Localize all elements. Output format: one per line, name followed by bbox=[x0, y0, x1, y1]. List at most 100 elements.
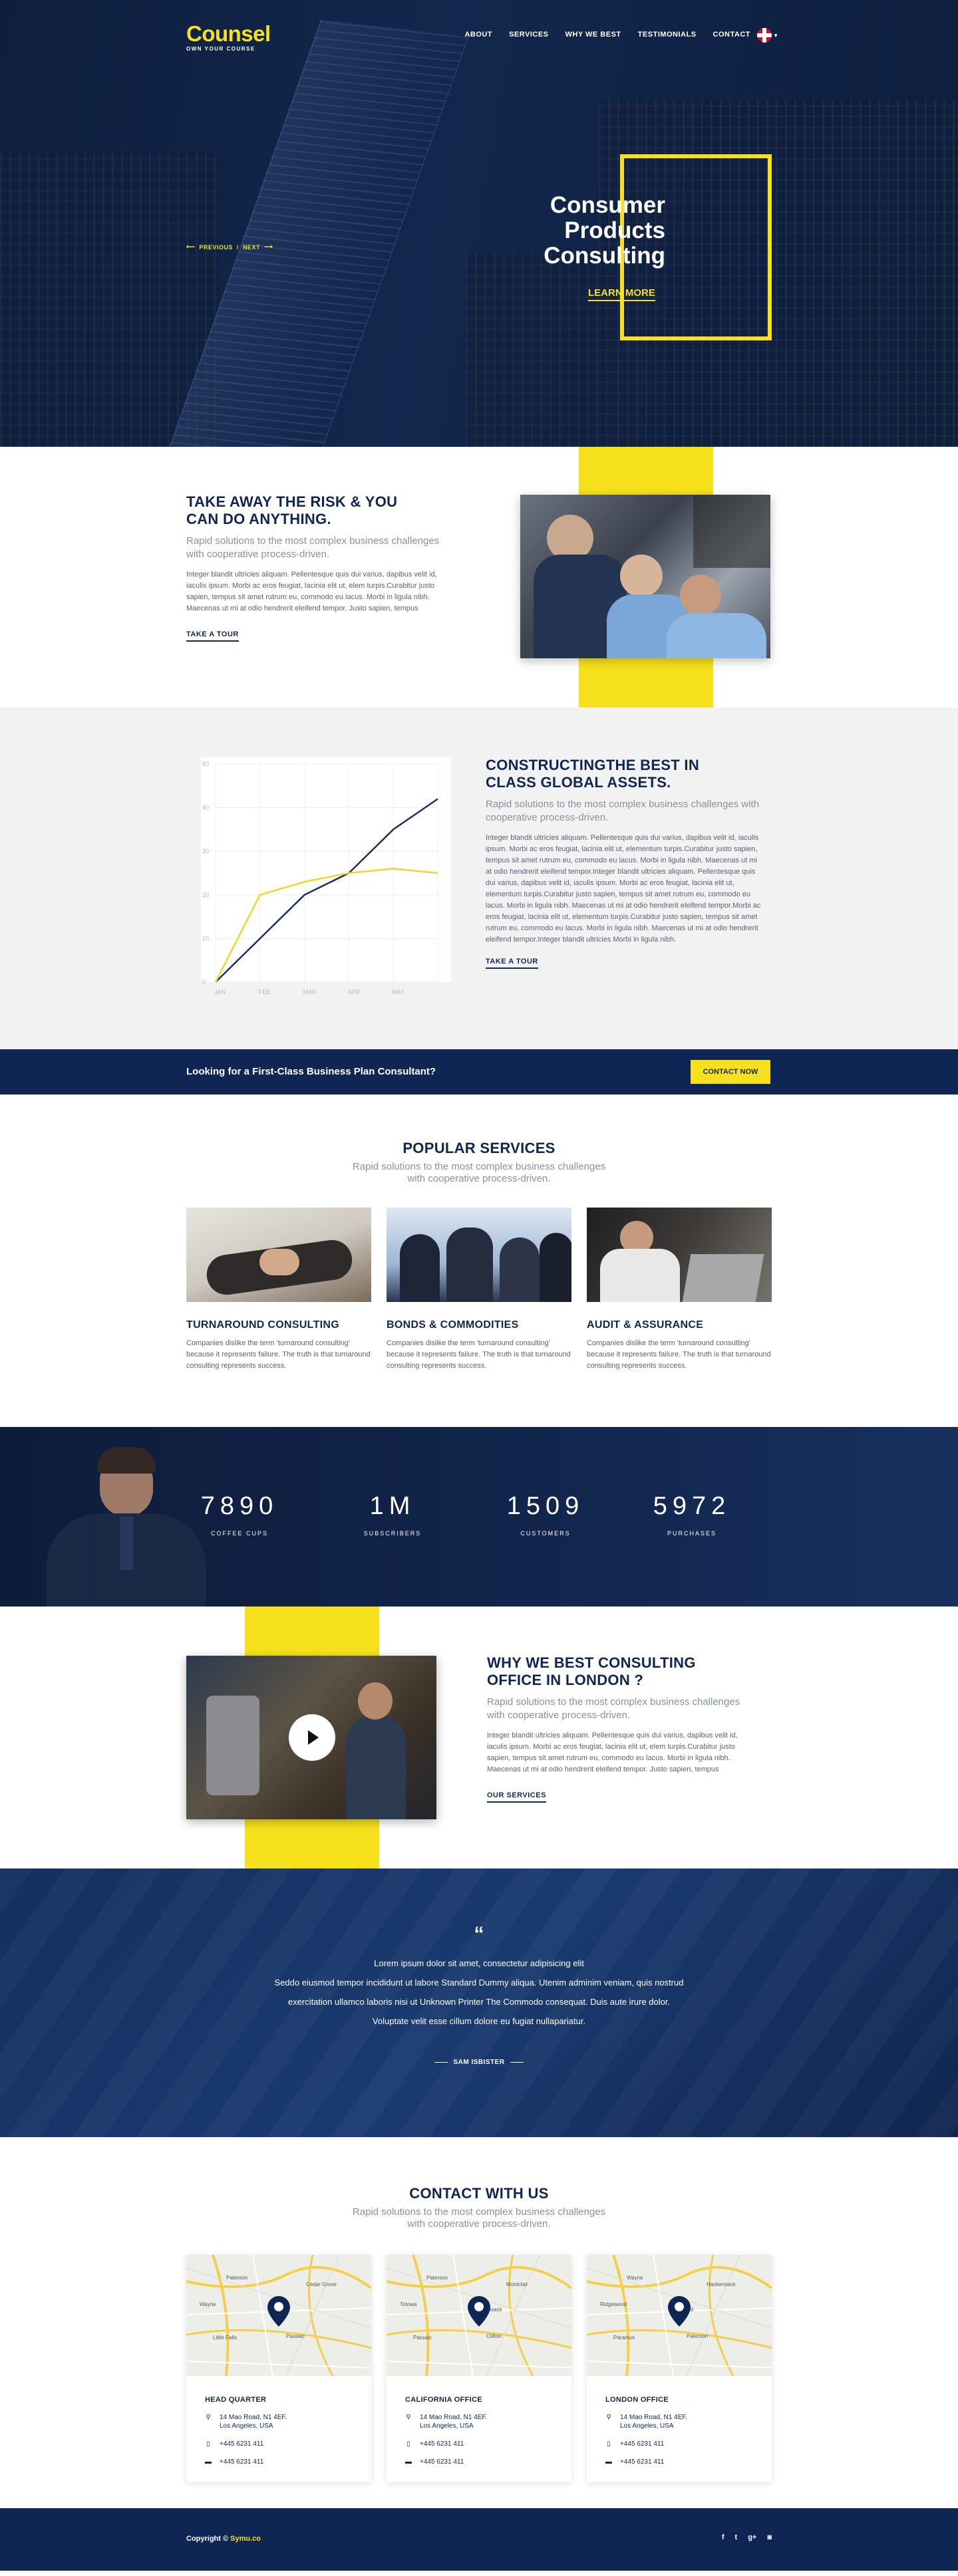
phone-icon: ▯ bbox=[406, 2440, 410, 2448]
service-text: Companies dislike the term 'turnaround c… bbox=[387, 1339, 571, 1370]
take-a-tour-link[interactable]: TAKE A TOUR bbox=[186, 630, 239, 642]
office-fax[interactable]: ▬ +445 6231 411 bbox=[405, 2458, 571, 2466]
service-card[interactable]: BONDS & COMMODITIES Companies dislike th… bbox=[387, 1208, 571, 1372]
learn-more-link[interactable]: LEARN MORE bbox=[588, 287, 655, 301]
section-subtitle: Rapid solutions to the most complex busi… bbox=[486, 799, 760, 823]
brand-link[interactable]: Symu.co bbox=[230, 2535, 261, 2543]
map-pin-icon[interactable] bbox=[267, 2296, 290, 2327]
handshake-image bbox=[186, 1208, 371, 1302]
office-fax[interactable]: ▬ +445 6231 411 bbox=[205, 2458, 371, 2466]
office-card: PatersonWayneCliftonPassaicLittle FallsC… bbox=[186, 2255, 371, 2482]
office-phone[interactable]: ▯ +445 6231 411 bbox=[405, 2440, 571, 2448]
arrow-right-icon[interactable]: ⟶ bbox=[264, 243, 273, 251]
social-links: f t g+ ◙ bbox=[722, 2533, 772, 2541]
nav-testimonials[interactable]: TESTIMONIALS bbox=[638, 31, 697, 39]
map-label: Clifton bbox=[486, 2333, 502, 2339]
nav-services[interactable]: SERVICES bbox=[509, 31, 548, 39]
section-subtitle: Rapid solutions to the most complex busi… bbox=[352, 2206, 606, 2230]
uk-flag-icon[interactable] bbox=[757, 28, 772, 43]
quote-icon: “ bbox=[474, 1923, 484, 1945]
office-name: LONDON OFFICE bbox=[605, 2396, 669, 2404]
nav-contact[interactable]: CONTACT bbox=[713, 31, 750, 39]
map-label: Paterson bbox=[426, 2275, 448, 2281]
map-label: Paterson bbox=[226, 2275, 248, 2281]
map-label: Wayne bbox=[627, 2275, 643, 2281]
google-plus-icon[interactable]: g+ bbox=[748, 2533, 756, 2541]
nav-about[interactable]: ABOUT bbox=[464, 31, 492, 39]
office-address: ⚲ 14 Mao Road, N1 4EF. Los Angeles, USA bbox=[606, 2414, 688, 2430]
office-name: HEAD QUARTER bbox=[205, 2396, 267, 2404]
map-pin-icon[interactable] bbox=[668, 2296, 691, 2327]
stat-subscribers: 1M SUBSCRIBERS bbox=[363, 1492, 422, 1537]
nav-why-we-best[interactable]: WHY WE BEST bbox=[565, 31, 621, 39]
map-label: Passaic bbox=[413, 2335, 432, 2341]
take-a-tour-link[interactable]: TAKE A TOUR bbox=[486, 958, 538, 969]
service-text: Companies dislike the term 'turnaround c… bbox=[186, 1339, 371, 1370]
cta-strip: Looking for a First-Class Business Plan … bbox=[0, 1049, 958, 1095]
business-people-image bbox=[387, 1208, 571, 1302]
section-subtitle: Rapid solutions to the most complex busi… bbox=[186, 535, 440, 560]
fax-icon: ▬ bbox=[605, 2458, 612, 2466]
arrow-left-icon[interactable]: ⟵ bbox=[186, 243, 195, 251]
stats-section: 7890 COFFEE CUPS 1M SUBSCRIBERS 1509 CUSTOM… bbox=[0, 1427, 958, 1607]
map-label: Ridgewood bbox=[600, 2301, 627, 2307]
section-title: WHY WE BEST CONSULTING OFFICE IN LONDON … bbox=[487, 1654, 696, 1688]
twitter-icon[interactable]: t bbox=[735, 2533, 738, 2541]
service-card[interactable]: AUDIT & ASSURANCE Companies dislike the … bbox=[587, 1208, 772, 1372]
next-link[interactable]: NEXT bbox=[243, 244, 260, 251]
office-map[interactable]: WayneRidgewoodOaklandPatersonParamusHack… bbox=[587, 2255, 772, 2376]
section-title: CONSTRUCTINGTHE BEST IN CLASS GLOBAL ASS… bbox=[486, 757, 700, 791]
services-section: POPULAR SERVICES Rapid solutions to the … bbox=[0, 1095, 958, 1427]
chevron-down-icon[interactable]: ▼ bbox=[773, 33, 778, 39]
stat-customers: 1509 CUSTOMERS bbox=[506, 1492, 585, 1537]
laptop-man-image bbox=[587, 1208, 772, 1302]
map-label: Hackensack bbox=[707, 2281, 736, 2287]
our-services-link[interactable]: OUR SERVICES bbox=[487, 1791, 546, 1803]
office-fax[interactable]: ▬ +445 6231 411 bbox=[605, 2458, 772, 2466]
stat-coffee-cups: 7890 COFFEE CUPS bbox=[200, 1492, 279, 1537]
section-title: CONTACT WITH US bbox=[409, 2185, 549, 2202]
service-title: BONDS & COMMODITIES bbox=[387, 1319, 519, 1331]
section-subtitle: Rapid solutions to the most complex busi… bbox=[487, 1696, 740, 1721]
section-title: POPULAR SERVICES bbox=[402, 1140, 556, 1156]
contact-section: CONTACT WITH US Rapid solutions to the m… bbox=[0, 2137, 958, 2508]
hero-title: Consumer Products Consulting bbox=[544, 192, 665, 269]
slider-pagination: ⟵ PREVIOUS / NEXT ⟶ bbox=[186, 243, 273, 251]
map-label: Cedar Grove bbox=[306, 2281, 337, 2287]
office-phone[interactable]: ▯ +445 6231 411 bbox=[205, 2440, 371, 2448]
map-pin-icon[interactable] bbox=[468, 2296, 490, 2327]
testimonial-author: SAM ISBISTER bbox=[0, 2059, 958, 2066]
map-label: Totowa bbox=[400, 2301, 417, 2307]
previous-link[interactable]: PREVIOUS bbox=[199, 244, 233, 251]
takeaway-section: TAKE AWAY THE RISK & YOU CAN DO ANYTHING… bbox=[0, 447, 958, 708]
service-card[interactable]: TURNAROUND CONSULTING Companies dislike … bbox=[186, 1208, 371, 1372]
map-label: Paterson bbox=[687, 2333, 709, 2339]
logo-text: Counsel bbox=[186, 21, 271, 46]
fax-icon: ▬ bbox=[205, 2458, 212, 2466]
map-label: Little Falls bbox=[213, 2335, 238, 2341]
testimonial-section: “ Lorem ipsum dolor sit amet, consectetu… bbox=[0, 1868, 958, 2137]
service-title: AUDIT & ASSURANCE bbox=[587, 1319, 704, 1331]
office-card: PatersonTotowaHackensackCliftonPassaicMo… bbox=[387, 2255, 571, 2482]
logo-tagline: OWN YOUR COURSE bbox=[186, 46, 255, 52]
office-address: ⚲ 14 Mao Road, N1 4EF. Los Angeles, USA bbox=[206, 2414, 287, 2430]
testimonial-text: Lorem ipsum dolor sit amet, consectetur … bbox=[274, 1958, 684, 2026]
fax-icon: ▬ bbox=[405, 2458, 412, 2466]
office-address: ⚲ 14 Mao Road, N1 4EF. Los Angeles, USA bbox=[406, 2414, 488, 2430]
copyright: Copyright © Symu.co bbox=[186, 2535, 261, 2543]
instagram-icon[interactable]: ◙ bbox=[767, 2533, 772, 2541]
footer: Copyright © Symu.co f t g+ ◙ bbox=[0, 2508, 958, 2571]
hero-section: Counsel OWN YOUR COURSE ABOUT SERVICES W… bbox=[0, 0, 958, 447]
office-map[interactable]: PatersonTotowaHackensackCliftonPassaicMo… bbox=[387, 2255, 571, 2376]
office-map[interactable]: PatersonWayneCliftonPassaicLittle FallsC… bbox=[186, 2255, 371, 2376]
office-phone[interactable]: ▯ +445 6231 411 bbox=[605, 2440, 772, 2448]
service-title: TURNAROUND CONSULTING bbox=[186, 1319, 339, 1331]
section-subtitle: Rapid solutions to the most complex busi… bbox=[352, 1161, 606, 1184]
office-name: CALIFORNIA OFFICE bbox=[405, 2396, 482, 2404]
map-label: Passaic bbox=[286, 2333, 305, 2339]
contact-now-button[interactable]: CONTACT NOW bbox=[691, 1060, 770, 1084]
location-pin-icon: ⚲ bbox=[206, 2414, 211, 2421]
logo[interactable]: Counsel OWN YOUR COURSE bbox=[186, 21, 271, 53]
facebook-icon[interactable]: f bbox=[722, 2533, 724, 2541]
map-label: Paramus bbox=[613, 2335, 635, 2341]
